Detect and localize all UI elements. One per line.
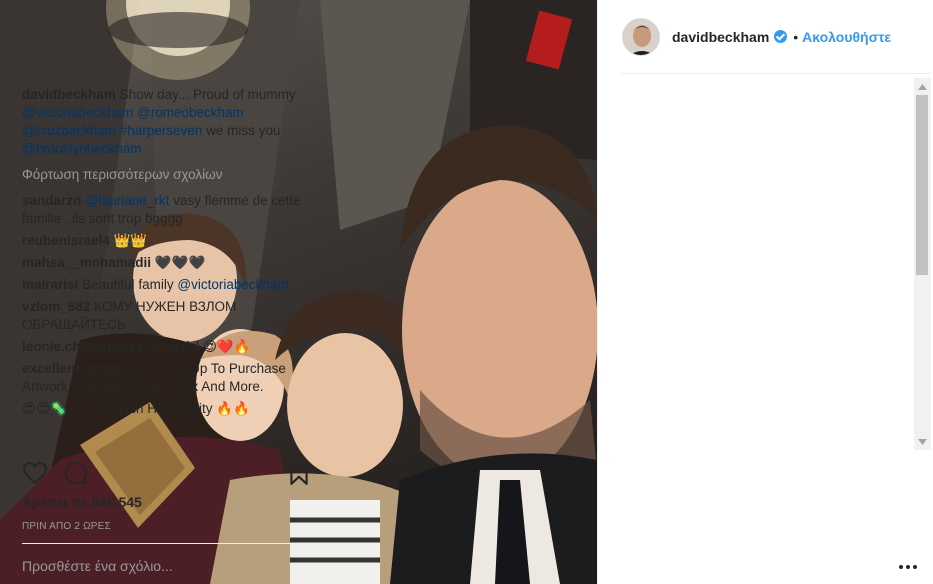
- likes-number: 848,545: [91, 494, 142, 510]
- comment-text: 🖤🖤🖤: [154, 255, 206, 270]
- caption-hashtag[interactable]: #harperseven: [120, 123, 203, 138]
- comment-mention[interactable]: @victoriabeckham: [177, 277, 288, 292]
- caption-mention[interactable]: @brooklynbeckham: [22, 141, 142, 156]
- scroll-up-arrow-icon[interactable]: [914, 78, 931, 95]
- list-item: excellent_graphics Hit Me Up To Purchase…: [22, 360, 310, 396]
- post-actions: [22, 458, 312, 488]
- comment-username[interactable]: mahsa__mohamadii: [22, 255, 151, 270]
- caption-mention[interactable]: @romeobeckham: [137, 105, 244, 120]
- comment-username[interactable]: sandarzn: [22, 193, 81, 208]
- header-divider: [620, 73, 931, 74]
- comment-bubble-icon[interactable]: [62, 460, 88, 486]
- more-options-icon[interactable]: [898, 560, 918, 574]
- comment-mention[interactable]: @lauriane_rkt: [85, 193, 169, 208]
- avatar[interactable]: [622, 17, 660, 56]
- comment-username[interactable]: vzlom_882: [22, 299, 90, 314]
- list-item: vzlom_882 КОМУ НУЖЕН ВЗЛОМ ОБРАЩАЙТЕСЬ: [22, 298, 310, 334]
- likes-count[interactable]: Αρέσει σε 848,545: [22, 494, 142, 510]
- avatar-image: [623, 18, 659, 55]
- caption-mention[interactable]: @victoriabeckham: [22, 105, 133, 120]
- comments-scrollbar[interactable]: [914, 78, 931, 450]
- comment-username[interactable]: excellent_graphics: [22, 361, 144, 376]
- list-item: mahsa__mohamadii 🖤🖤🖤: [22, 254, 310, 272]
- post-username[interactable]: davidbeckham: [672, 29, 769, 45]
- verified-badge-icon: [774, 30, 788, 43]
- comment-input[interactable]: [22, 553, 312, 579]
- post-side-panel: davidbeckham • Ακολουθήστε: [598, 0, 933, 584]
- scroll-down-arrow-icon[interactable]: [914, 433, 931, 450]
- list-item: mairarisi Beautiful family @victoriabeck…: [22, 276, 310, 294]
- comments-list: davidbeckham Show day... Proud of mummy …: [22, 86, 310, 456]
- bookmark-icon[interactable]: [286, 460, 312, 486]
- heart-icon[interactable]: [22, 460, 48, 486]
- list-item: 😍😍🦠 ... All Stylish HD Quality 🔥🔥: [22, 400, 310, 418]
- footer-divider: [22, 543, 333, 544]
- post-timestamp[interactable]: ΠΡΙΝ ΑΠΟ 2 ΩΡΕΣ: [22, 521, 111, 532]
- list-item: leonie.chavanon14 Beautiful 😍❤️🔥: [22, 338, 310, 356]
- caption-username[interactable]: davidbeckham: [22, 87, 116, 102]
- caption-mention[interactable]: @cruzbeckham: [22, 123, 116, 138]
- comment-username[interactable]: reubenisrael4: [22, 233, 110, 248]
- caption-text: Show day... Proud of mummy: [119, 87, 296, 102]
- likes-label: Αρέσει σε: [22, 494, 88, 510]
- post-header: davidbeckham • Ακολουθήστε: [598, 0, 933, 73]
- comment-username[interactable]: mairarisi: [22, 277, 78, 292]
- separator-dot: •: [793, 28, 799, 45]
- load-more-comments-link[interactable]: Φόρτωση περισσότερων σχολίων: [22, 166, 310, 184]
- caption-text: we miss you: [206, 123, 281, 138]
- caption: davidbeckham Show day... Proud of mummy …: [22, 86, 310, 158]
- comment-text: Beautiful family: [82, 277, 174, 292]
- list-item: sandarzn @lauriane_rkt vasy flemme de ce…: [22, 192, 310, 228]
- comment-username[interactable]: leonie.chavanon14: [22, 339, 143, 354]
- comment-text: 😍😍🦠 ... All Stylish HD Quality 🔥🔥: [22, 401, 250, 416]
- list-item: reubenisrael4 👑👑: [22, 232, 310, 250]
- comment-text: 👑👑: [113, 233, 148, 248]
- scrollbar-thumb[interactable]: [916, 95, 928, 275]
- comment-text: Beautiful 😍❤️🔥: [146, 339, 251, 354]
- follow-button[interactable]: Ακολουθήστε: [802, 29, 891, 45]
